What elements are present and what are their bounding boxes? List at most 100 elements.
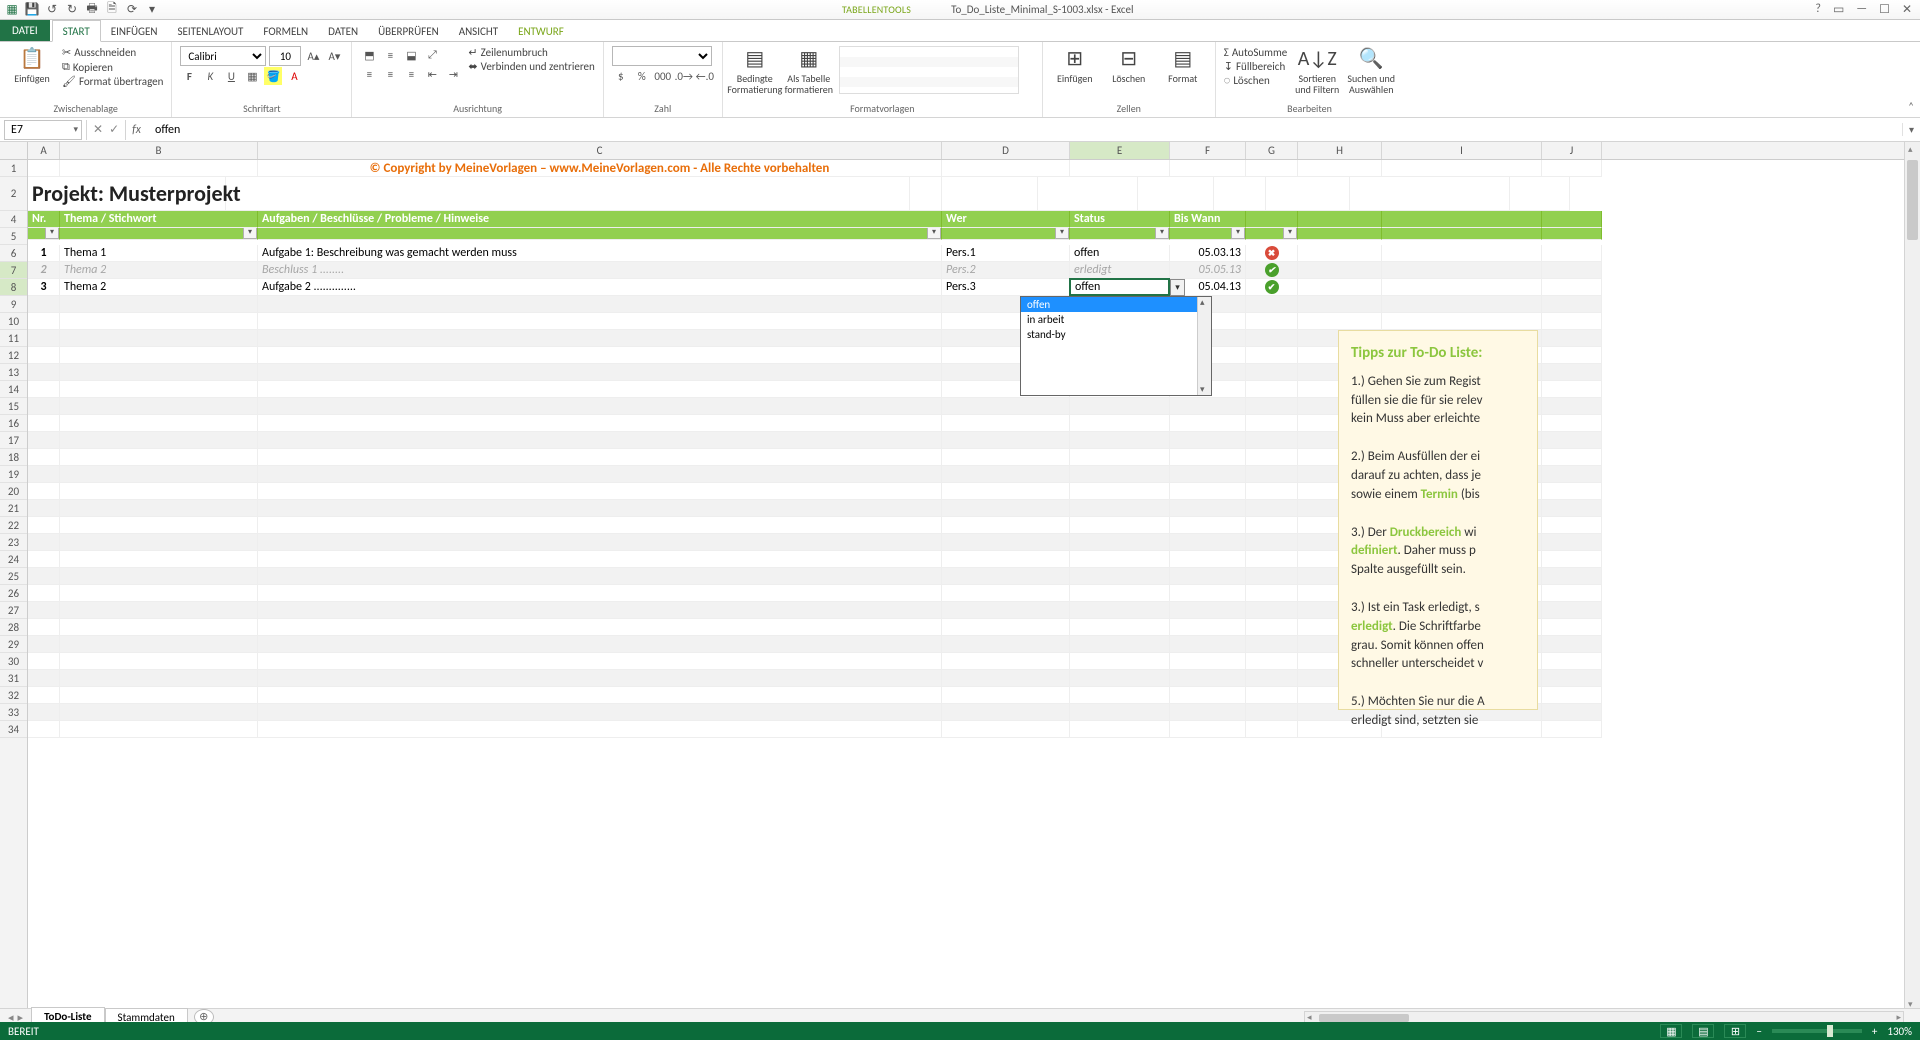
row-header-7[interactable]: 8: [0, 279, 27, 296]
cell-A21[interactable]: [28, 517, 60, 534]
cell-J17[interactable]: [1542, 449, 1602, 466]
cell-B10[interactable]: [60, 330, 258, 347]
cell-J1[interactable]: [1542, 160, 1602, 177]
row-header-31[interactable]: 32: [0, 687, 27, 704]
cell-F31[interactable]: [1170, 687, 1246, 704]
row-header-2[interactable]: 2: [0, 177, 27, 211]
cell-B26[interactable]: [60, 602, 258, 619]
dropdown-scrollbar[interactable]: [1197, 297, 1211, 395]
cell-B31[interactable]: [60, 687, 258, 704]
cell-A22[interactable]: [28, 534, 60, 551]
col-header-i[interactable]: I: [1382, 142, 1542, 159]
row-header-32[interactable]: 33: [0, 704, 27, 721]
cell-G25[interactable]: [1246, 585, 1298, 602]
bold-icon[interactable]: F: [180, 67, 198, 85]
cell-G9[interactable]: [1246, 313, 1298, 330]
align-top-icon[interactable]: ⬒: [360, 46, 378, 64]
cell-J24[interactable]: [1542, 568, 1602, 585]
cell-G27[interactable]: [1246, 619, 1298, 636]
cell-B13[interactable]: [60, 381, 258, 398]
font-size-input[interactable]: [269, 46, 301, 66]
cell-G10[interactable]: [1246, 330, 1298, 347]
decrease-font-icon[interactable]: A▾: [325, 47, 343, 65]
cell-G1[interactable]: [1246, 160, 1298, 177]
cell-J10[interactable]: [1542, 330, 1602, 347]
cell-E14[interactable]: [1070, 398, 1170, 415]
orientation-icon[interactable]: ⤢: [423, 46, 441, 64]
cell-A6[interactable]: 2: [28, 262, 60, 279]
cell-A32[interactable]: [28, 704, 60, 721]
cell-J4[interactable]: [1542, 228, 1602, 240]
cell-B20[interactable]: [60, 500, 258, 517]
cell-D19[interactable]: [942, 483, 1070, 500]
cell-A25[interactable]: [28, 585, 60, 602]
cell-F17[interactable]: [1170, 449, 1246, 466]
cell-D15[interactable]: [942, 415, 1070, 432]
cell-A18[interactable]: [28, 466, 60, 483]
cell-G33[interactable]: [1246, 721, 1298, 738]
cell-G17[interactable]: [1246, 449, 1298, 466]
cell-C3[interactable]: Aufgaben / Beschlüsse / Probleme / Hinwe…: [258, 211, 942, 228]
undo-icon[interactable]: ↺: [44, 2, 60, 18]
cell-A23[interactable]: [28, 551, 60, 568]
col-header-b[interactable]: B: [60, 142, 258, 159]
cell-G8[interactable]: [1246, 296, 1298, 313]
find-select-button[interactable]: 🔍Suchen und Auswählen: [1347, 46, 1395, 95]
cell-F26[interactable]: [1170, 602, 1246, 619]
row-header-30[interactable]: 31: [0, 670, 27, 687]
cell-C8[interactable]: [258, 296, 942, 313]
tab-review[interactable]: ÜBERPRÜFEN: [368, 21, 449, 41]
close-icon[interactable]: ✕: [1902, 2, 1912, 17]
cell-I5[interactable]: [1382, 245, 1542, 262]
minimize-icon[interactable]: —: [1856, 2, 1867, 17]
cell-B8[interactable]: [60, 296, 258, 313]
cell-E15[interactable]: [1070, 415, 1170, 432]
align-bottom-icon[interactable]: ⬓: [402, 46, 420, 64]
cell-C24[interactable]: [258, 568, 942, 585]
cell-E23[interactable]: [1070, 551, 1170, 568]
cell-A31[interactable]: [28, 687, 60, 704]
cell-A11[interactable]: [28, 347, 60, 364]
cell-J30[interactable]: [1542, 670, 1602, 687]
cell-D3[interactable]: Wer: [942, 211, 1070, 228]
row-header-29[interactable]: 30: [0, 653, 27, 670]
cell-G11[interactable]: [1246, 347, 1298, 364]
cell-J7[interactable]: [1542, 279, 1602, 296]
fill-button[interactable]: ↧Füllbereich: [1224, 60, 1287, 73]
cell-D33[interactable]: [942, 721, 1070, 738]
cell-B33[interactable]: [60, 721, 258, 738]
cell-B29[interactable]: [60, 653, 258, 670]
row-header-12[interactable]: 13: [0, 364, 27, 381]
cell-H7[interactable]: [1298, 279, 1382, 296]
cell-J14[interactable]: [1542, 398, 1602, 415]
cell-C21[interactable]: [258, 517, 942, 534]
cell-C31[interactable]: [258, 687, 942, 704]
col-header-h[interactable]: H: [1298, 142, 1382, 159]
row-header-10[interactable]: 11: [0, 330, 27, 347]
format-cells-button[interactable]: ▤Format: [1159, 46, 1207, 84]
cell-I9[interactable]: [1382, 313, 1542, 330]
cell-A7[interactable]: 3: [28, 279, 60, 296]
cell-B7[interactable]: Thema 2: [60, 279, 258, 296]
col-header-e[interactable]: E: [1070, 142, 1170, 159]
cell-F6[interactable]: 05.05.13: [1170, 262, 1246, 279]
cell-D25[interactable]: [942, 585, 1070, 602]
paste-button[interactable]: 📋 Einfügen: [8, 46, 56, 84]
cell-G22[interactable]: [1246, 534, 1298, 551]
cell-J16[interactable]: [1542, 432, 1602, 449]
cell-D6[interactable]: Pers.2: [942, 262, 1070, 279]
view-page-layout-icon[interactable]: ▤: [1692, 1024, 1714, 1038]
cell-G6[interactable]: ✔: [1246, 262, 1298, 279]
cell-F1[interactable]: [1170, 160, 1246, 177]
row-header-13[interactable]: 14: [0, 381, 27, 398]
cell-F32[interactable]: [1170, 704, 1246, 721]
cell-G26[interactable]: [1246, 602, 1298, 619]
print-preview-icon[interactable]: 🗎: [104, 2, 120, 18]
cell-C17[interactable]: [258, 449, 942, 466]
filter-button-A[interactable]: ▾: [45, 228, 59, 239]
font-color-icon[interactable]: A: [285, 67, 303, 85]
cell-C19[interactable]: [258, 483, 942, 500]
cell-D27[interactable]: [942, 619, 1070, 636]
cell-C29[interactable]: [258, 653, 942, 670]
select-all-corner[interactable]: [0, 142, 28, 159]
